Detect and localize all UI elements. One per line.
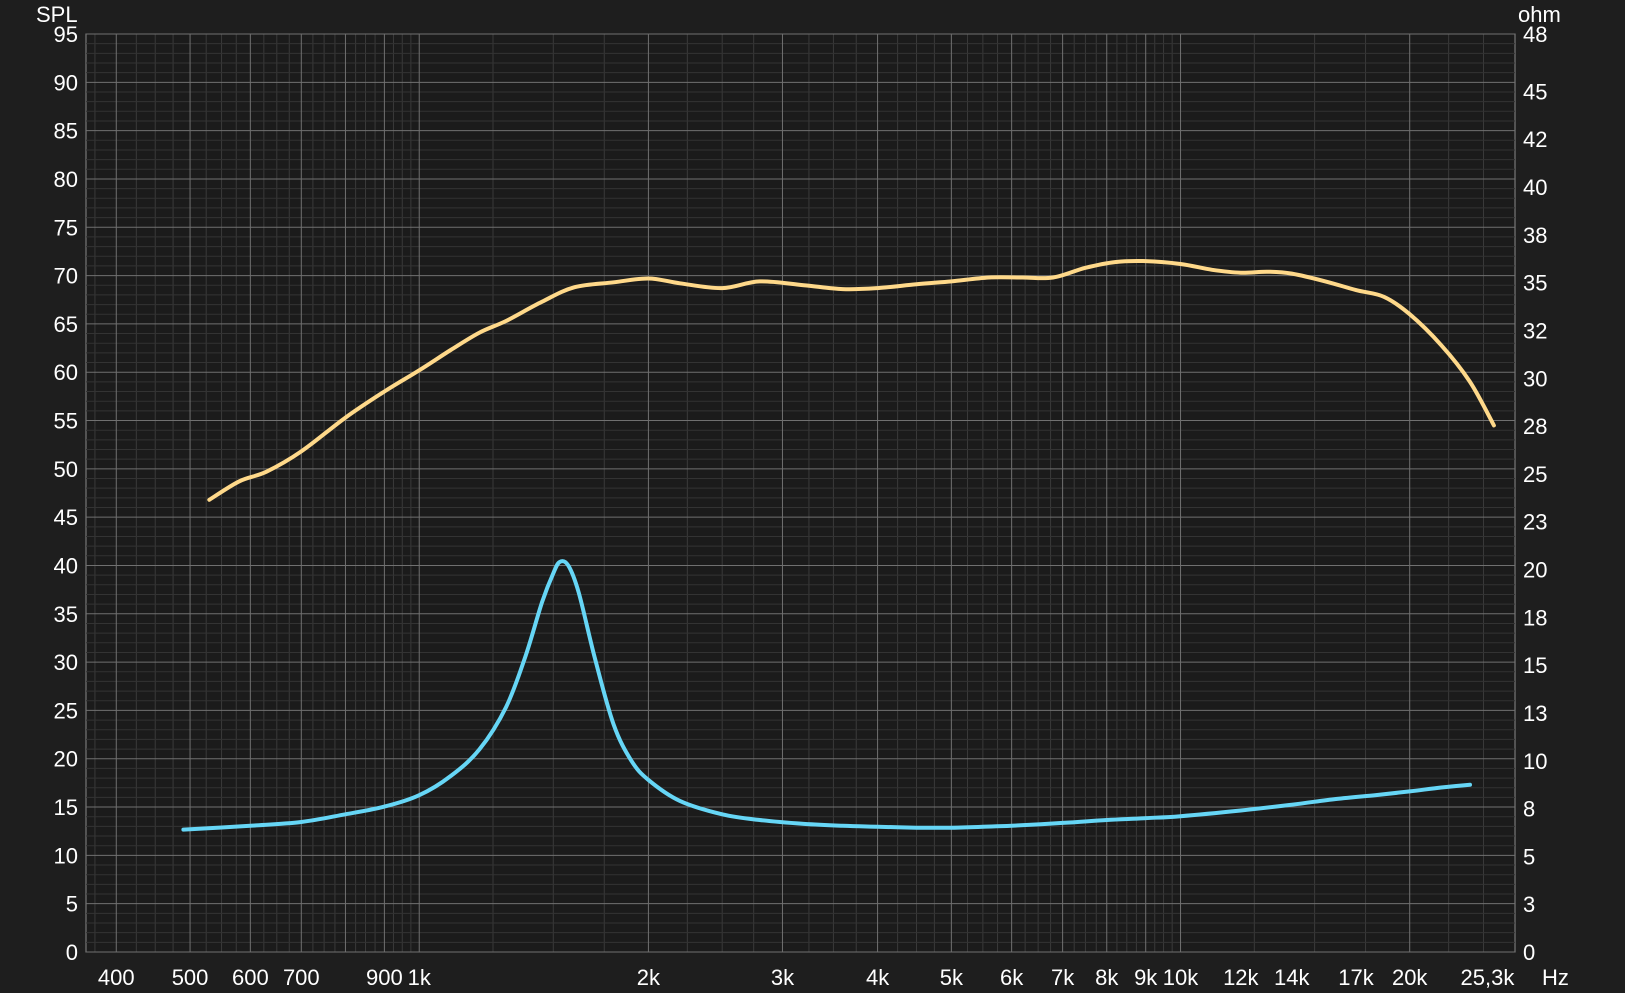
frequency-response-chart: 05101520253035404550556065707580859095 0…: [0, 0, 1625, 993]
y-left-tick-label: 20: [54, 747, 78, 772]
y-left-tick-label: 85: [54, 119, 78, 144]
y-left-tick-label: 50: [54, 457, 78, 482]
x-tick-label: 9k: [1134, 965, 1158, 990]
plot-border: [85, 33, 1516, 953]
x-axis-unit-label: Hz: [1542, 965, 1569, 990]
y-right-tick-label: 0: [1523, 940, 1535, 965]
y-left-tick-label: 65: [54, 312, 78, 337]
y-left-tick-label: 10: [54, 843, 78, 868]
x-tick-label: 3k: [771, 965, 795, 990]
y-left-tick-label: 25: [54, 698, 78, 723]
y-right-tick-label: 5: [1523, 844, 1535, 869]
y-right-tick-label: 10: [1523, 749, 1547, 774]
x-tick-label: 20k: [1392, 965, 1428, 990]
y-right-tick-label: 28: [1523, 414, 1547, 439]
y-left-tick-label: 30: [54, 650, 78, 675]
x-tick-label: 8k: [1095, 965, 1119, 990]
y-left-tick-label: 75: [54, 215, 78, 240]
y-left-tick-label: 15: [54, 795, 78, 820]
y-left-tick-label: 5: [66, 892, 78, 917]
x-tick-label: 4k: [866, 965, 890, 990]
x-tick-label: 600: [232, 965, 269, 990]
x-tick-label: 17k: [1338, 965, 1374, 990]
y-right-tick-label: 3: [1523, 892, 1535, 917]
x-tick-label: 12k: [1223, 965, 1259, 990]
x-tick-label: 700: [283, 965, 320, 990]
right-axis-unit-label: ohm: [1518, 2, 1561, 27]
y-right-tick-label: 45: [1523, 79, 1547, 104]
y-right-tick-label: 35: [1523, 271, 1547, 296]
x-tick-label: 500: [172, 965, 209, 990]
plot-area: [85, 33, 1516, 953]
y-right-tick-label: 13: [1523, 701, 1547, 726]
y-left-tick-label: 45: [54, 505, 78, 530]
x-tick-label: 7k: [1051, 965, 1075, 990]
x-tick-label: 400: [98, 965, 135, 990]
x-tick-label: 14k: [1274, 965, 1310, 990]
y-right-tick-label: 15: [1523, 653, 1547, 678]
y-right-tick-label: 23: [1523, 510, 1547, 535]
y-left-tick-label: 40: [54, 553, 78, 578]
x-tick-label: 6k: [1000, 965, 1024, 990]
y-right-tick-label: 42: [1523, 127, 1547, 152]
y-left-tick-label: 80: [54, 167, 78, 192]
y-right-tick-label: 18: [1523, 605, 1547, 630]
x-tick-label: 900: [366, 965, 403, 990]
x-tick-label: 25,3k: [1461, 965, 1516, 990]
left-axis-unit-label: SPL: [36, 2, 78, 27]
x-tick-label: 1k: [408, 965, 432, 990]
y-right-tick-label: 20: [1523, 558, 1547, 583]
y-right-tick-label: 38: [1523, 223, 1547, 248]
x-tick-label: 2k: [637, 965, 661, 990]
y-right-tick-label: 25: [1523, 462, 1547, 487]
y-right-tick-label: 8: [1523, 797, 1535, 822]
y-left-tick-label: 70: [54, 264, 78, 289]
y-left-tick-label: 0: [66, 940, 78, 965]
x-tick-label: 5k: [940, 965, 964, 990]
x-tick-label: 10k: [1163, 965, 1199, 990]
y-right-tick-label: 30: [1523, 366, 1547, 391]
y-left-tick-label: 35: [54, 602, 78, 627]
y-right-tick-label: 40: [1523, 175, 1547, 200]
y-left-tick-label: 90: [54, 70, 78, 95]
y-right-tick-label: 32: [1523, 318, 1547, 343]
y-left-tick-label: 55: [54, 409, 78, 434]
y-left-tick-label: 60: [54, 360, 78, 385]
